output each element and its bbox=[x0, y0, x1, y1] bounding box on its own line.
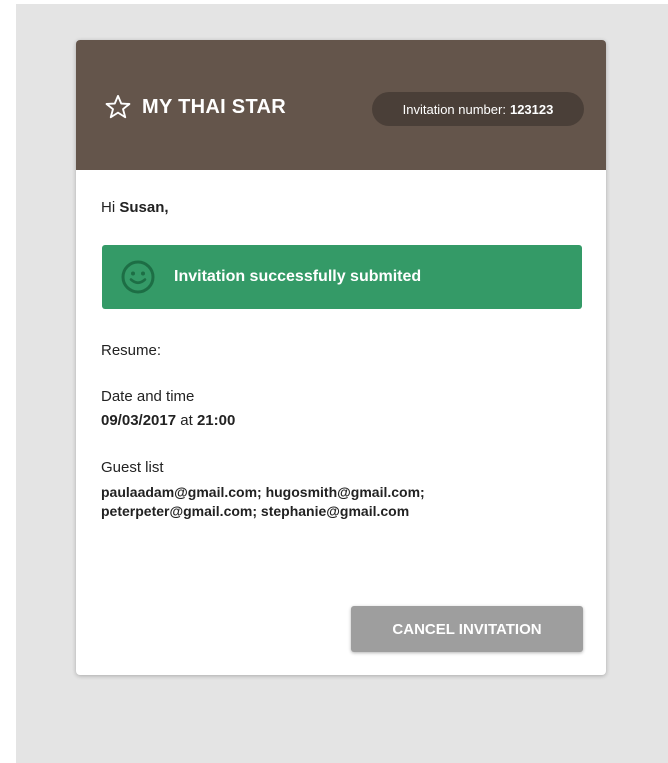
invitation-card: MY THAI STAR Invitation number: 123123 H… bbox=[76, 40, 606, 675]
reservation-date: 09/03/2017 bbox=[101, 412, 177, 429]
guest-list-line: paulaadam@gmail.com; hugosmith@gmail.com… bbox=[101, 484, 425, 500]
invitation-number-value: 123123 bbox=[509, 101, 554, 117]
success-alert: Invitation successfully submited bbox=[102, 245, 582, 309]
reservation-time: 21:00 bbox=[196, 412, 236, 429]
at-word: at bbox=[180, 412, 193, 429]
card-header: MY THAI STAR Invitation number: 123123 bbox=[76, 40, 606, 170]
brand-name: MY THAI STAR bbox=[142, 95, 286, 118]
smiley-icon bbox=[121, 260, 155, 294]
guest-list-line: peterpeter@gmail.com; stephanie@gmail.co… bbox=[101, 503, 410, 519]
brand: MY THAI STAR bbox=[104, 92, 286, 122]
cancel-invitation-button[interactable]: CANCEL INVITATION bbox=[351, 606, 583, 652]
guest-list: paulaadam@gmail.com; hugosmith@gmail.com… bbox=[101, 483, 521, 521]
date-time-label: Date and time bbox=[101, 388, 195, 405]
resume-label: Resume: bbox=[101, 342, 162, 359]
guest-list-label: Guest list bbox=[101, 459, 164, 476]
star-icon bbox=[105, 94, 131, 119]
greeting-prefix: Hi bbox=[101, 199, 116, 216]
alert-message: Invitation successfully submited bbox=[174, 268, 422, 285]
invitation-number-label: Invitation number: bbox=[402, 101, 506, 117]
greeting: Hi Susan, bbox=[101, 199, 169, 216]
date-time-value: 09/03/2017 at 21:00 bbox=[101, 412, 235, 429]
greeting-name: Susan, bbox=[119, 199, 169, 216]
invitation-number-badge: Invitation number: 123123 bbox=[372, 92, 584, 126]
